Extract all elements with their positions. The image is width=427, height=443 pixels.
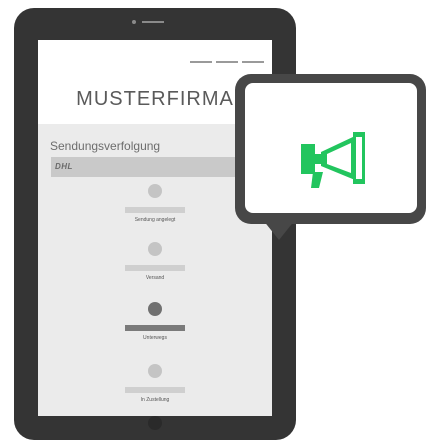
home-button[interactable] xyxy=(148,416,162,430)
step-dot xyxy=(148,302,162,316)
popup-content xyxy=(245,83,417,213)
megaphone-icon xyxy=(301,132,365,188)
step-label: In Zustellung xyxy=(140,397,170,403)
tracking-step: Versand xyxy=(38,242,272,282)
dhl-logo: DHL xyxy=(55,162,73,171)
notification-popup xyxy=(235,74,426,240)
hamburger-menu-icon[interactable] xyxy=(190,61,264,63)
step-dot xyxy=(148,364,162,378)
speaker-slot xyxy=(142,21,164,23)
step-bar xyxy=(125,207,185,213)
popup-frame xyxy=(235,74,426,224)
tracking-step: In Zustellung xyxy=(38,364,272,404)
step-dot xyxy=(148,184,162,198)
step-bar xyxy=(125,325,185,331)
tracking-step-active: Unterwegs xyxy=(38,302,272,342)
tablet-device: MUSTERFIRMA Sendungsverfolgung DHL Sendu… xyxy=(14,8,296,440)
section-title: Sendungsverfolgung xyxy=(50,139,161,153)
step-bar xyxy=(125,265,185,271)
carrier-bar: DHL xyxy=(51,157,261,177)
step-dot xyxy=(148,242,162,256)
camera-dot xyxy=(132,20,136,24)
step-label: Unterwegs xyxy=(143,335,167,341)
popup-tail xyxy=(263,220,295,240)
step-bar xyxy=(125,387,185,393)
step-label: Versand xyxy=(145,275,165,281)
